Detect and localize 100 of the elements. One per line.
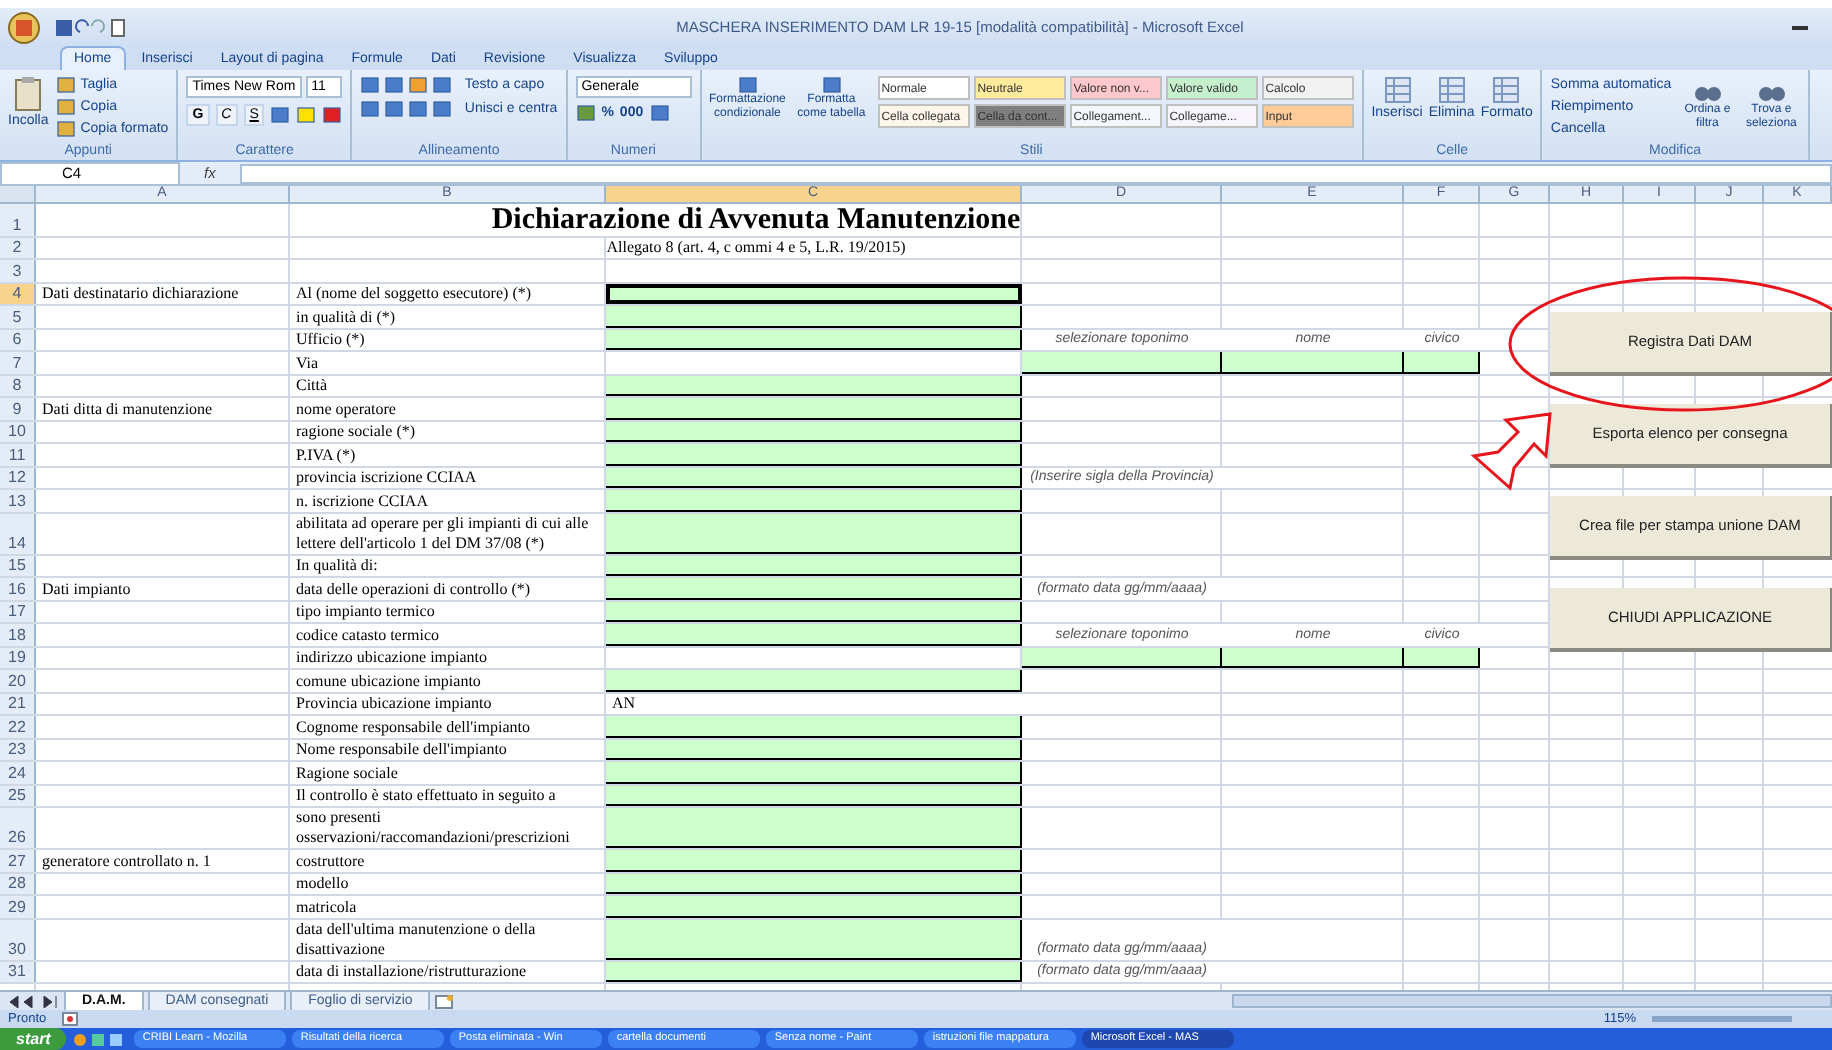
- start-button[interactable]: start: [0, 1028, 67, 1050]
- row-header[interactable]: 14: [0, 513, 36, 553]
- input-cell[interactable]: [606, 467, 1022, 488]
- input-cell[interactable]: [606, 919, 1022, 959]
- row-header[interactable]: 16: [0, 578, 36, 599]
- pointer-arrow-drawing: [1470, 412, 1554, 492]
- input-cell[interactable]: [606, 375, 1022, 396]
- section-label: Dati ditta di manutenzione: [42, 399, 213, 419]
- field-label: Via: [296, 353, 319, 373]
- input-cell[interactable]: [606, 808, 1022, 848]
- section-label: Dati impianto: [42, 579, 131, 599]
- input-cell[interactable]: [606, 873, 1022, 894]
- input-cell[interactable]: [606, 716, 1022, 737]
- office-button-icon[interactable]: [8, 11, 40, 43]
- field-label: Nome responsabile dell'impianto: [296, 740, 507, 760]
- row-header[interactable]: 7: [0, 352, 36, 373]
- insert-sheet-icon[interactable]: [434, 993, 455, 1009]
- field-label: Ufficio (*): [296, 330, 365, 350]
- input-cell[interactable]: [606, 624, 1022, 645]
- row-header[interactable]: 25: [0, 785, 36, 806]
- row-header[interactable]: 22: [0, 716, 36, 737]
- field-label: indirizzo ubicazione impianto: [296, 648, 488, 668]
- sheet-navigation-icon[interactable]: [8, 995, 60, 1007]
- input-cell[interactable]: [606, 601, 1022, 622]
- row-header[interactable]: 17: [0, 601, 36, 622]
- field-label: Ragione sociale: [296, 763, 398, 783]
- horizontal-scrollbar[interactable]: [1232, 994, 1832, 1008]
- row-header[interactable]: 6: [0, 329, 36, 350]
- row-header[interactable]: 13: [0, 490, 36, 511]
- row-header[interactable]: 1: [0, 204, 36, 236]
- field-label: Città: [296, 376, 328, 396]
- input-cell[interactable]: [1404, 352, 1480, 373]
- row-header[interactable]: 19: [0, 647, 36, 668]
- field-label: In qualità di:: [296, 556, 378, 576]
- field-label: provincia iscrizione CCIAA: [296, 468, 477, 488]
- input-cell[interactable]: [606, 762, 1022, 783]
- row-header[interactable]: 20: [0, 670, 36, 691]
- row-header[interactable]: 31: [0, 961, 36, 982]
- row-header[interactable]: 30: [0, 919, 36, 959]
- input-cell[interactable]: [606, 283, 1022, 304]
- field-label: Provincia ubicazione impianto: [296, 694, 492, 714]
- input-cell[interactable]: [606, 578, 1022, 599]
- input-cell[interactable]: [606, 421, 1022, 442]
- field-label: codice catasto termico: [296, 625, 440, 645]
- field-label: data delle operazioni di controllo (*): [296, 579, 531, 599]
- row-header[interactable]: 8: [0, 375, 36, 396]
- row-header[interactable]: 4: [0, 283, 36, 304]
- input-cell[interactable]: [1022, 352, 1222, 373]
- input-cell[interactable]: [606, 961, 1022, 982]
- input-cell[interactable]: [1222, 352, 1404, 373]
- input-cell[interactable]: [606, 850, 1022, 871]
- formula-field[interactable]: [239, 163, 1832, 183]
- row-header[interactable]: 9: [0, 398, 36, 419]
- field-label: Il controllo è stato effettuato in seguito a: [296, 786, 556, 806]
- field-label: costruttore: [296, 851, 365, 871]
- sheet-title: Dichiarazione di Avvenuta Manutenzione: [491, 204, 1021, 236]
- input-cell[interactable]: [606, 444, 1022, 465]
- row-header[interactable]: 21: [0, 693, 36, 714]
- row-header[interactable]: 18: [0, 624, 36, 645]
- row-header[interactable]: 27: [0, 850, 36, 871]
- row-header[interactable]: 26: [0, 808, 36, 848]
- minimize-icon[interactable]: [1792, 25, 1808, 29]
- input-cell[interactable]: [606, 555, 1022, 576]
- input-cell[interactable]: [606, 896, 1022, 917]
- row-header[interactable]: 23: [0, 739, 36, 760]
- input-cell[interactable]: [1222, 647, 1404, 668]
- row-header[interactable]: 29: [0, 896, 36, 917]
- input-cell[interactable]: [606, 398, 1022, 419]
- field-label: tipo impianto termico: [296, 602, 435, 622]
- field-label: nome operatore: [296, 399, 396, 419]
- input-cell[interactable]: [606, 490, 1022, 511]
- field-label: comune ubicazione impianto: [296, 671, 481, 691]
- macro-record-icon[interactable]: [62, 1012, 79, 1026]
- row-header[interactable]: 15: [0, 555, 36, 576]
- sheet-cell[interactable]: AN: [606, 693, 1022, 714]
- row-header[interactable]: 28: [0, 873, 36, 894]
- row-header[interactable]: 5: [0, 306, 36, 327]
- field-label: n. iscrizione CCIAA: [296, 491, 428, 511]
- field-label: matricola: [296, 897, 357, 917]
- input-cell[interactable]: [606, 513, 1022, 553]
- input-cell[interactable]: [606, 739, 1022, 760]
- cells-icon[interactable]: [1383, 76, 1412, 104]
- input-cell[interactable]: [606, 306, 1022, 327]
- row-header[interactable]: 3: [0, 260, 36, 281]
- quick-access-icon[interactable]: [56, 17, 128, 37]
- input-cell[interactable]: [606, 670, 1022, 691]
- field-label: modello: [296, 874, 349, 894]
- row-header[interactable]: 24: [0, 762, 36, 783]
- input-cell[interactable]: [1404, 647, 1480, 668]
- input-cell[interactable]: [1022, 647, 1222, 668]
- field-label: data di installazione/ristrutturazione: [296, 962, 527, 982]
- paste-icon[interactable]: [12, 76, 45, 112]
- row-header[interactable]: 2: [0, 238, 36, 258]
- cells-icon[interactable]: [1492, 76, 1521, 104]
- row-header[interactable]: 10: [0, 421, 36, 442]
- input-cell[interactable]: [606, 329, 1022, 350]
- input-cell[interactable]: [606, 785, 1022, 806]
- cells-icon[interactable]: [1437, 76, 1466, 104]
- row-header[interactable]: 12: [0, 467, 36, 488]
- row-header[interactable]: 11: [0, 444, 36, 465]
